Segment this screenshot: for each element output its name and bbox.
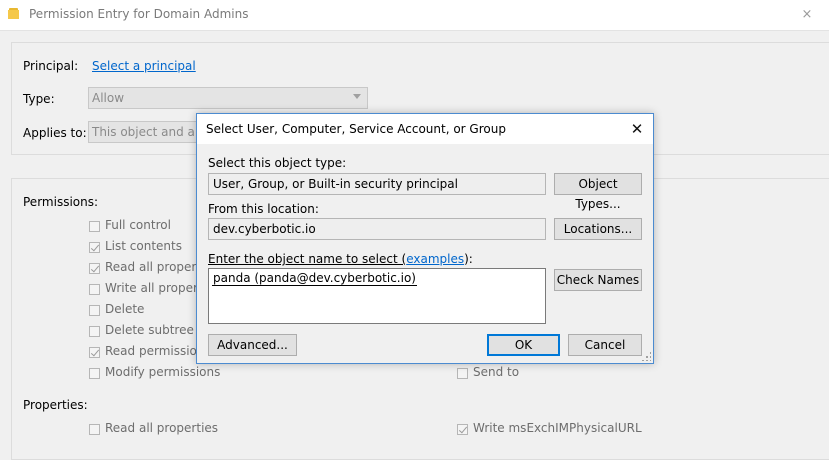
examples-link[interactable]: examples — [406, 252, 464, 266]
object-type-field: User, Group, or Built-in security princi… — [208, 173, 546, 195]
window-title: Permission Entry for Domain Admins — [29, 7, 249, 21]
permission-checkbox[interactable] — [89, 347, 100, 358]
resolved-name-token: panda (panda@dev.cyberbotic.io) — [212, 271, 417, 286]
enter-object-name-label-suffix: ): — [464, 252, 473, 266]
permission-checkbox[interactable] — [89, 263, 100, 274]
permission-label: Send to — [473, 365, 520, 379]
permissions-label: Permissions: — [23, 195, 99, 209]
resize-grip-icon[interactable] — [641, 351, 651, 361]
object-type-label: Select this object type: — [208, 156, 347, 170]
location-label: From this location: — [208, 202, 319, 216]
cancel-button[interactable]: Cancel — [568, 334, 642, 356]
permission-label: Delete — [105, 302, 145, 316]
permission-label: Write msExchIMPhysicalURL — [473, 421, 642, 435]
permission-label: Full control — [105, 218, 171, 232]
location-field: dev.cyberbotic.io — [208, 218, 546, 240]
select-principal-link[interactable]: Select a principal — [92, 59, 196, 73]
permission-label: Modify permissions — [105, 365, 221, 379]
enter-object-name-label: Enter the object name to select (example… — [208, 252, 473, 266]
type-select-value: Allow — [92, 91, 125, 105]
permission-label: Read all properties — [105, 421, 219, 435]
select-user-dialog: Select User, Computer, Service Account, … — [196, 113, 654, 364]
check-names-button[interactable]: Check Names — [554, 269, 642, 291]
principal-label: Principal: — [23, 59, 79, 73]
permission-checkbox[interactable] — [89, 221, 100, 232]
permission-checkbox[interactable] — [457, 368, 468, 379]
permission-label: Delete subtree — [105, 323, 194, 337]
permission-checkbox[interactable] — [89, 305, 100, 316]
enter-object-name-label-prefix: Enter the object name to select ( — [208, 252, 407, 266]
window-close-icon[interactable]: × — [792, 4, 822, 26]
permission-checkbox[interactable] — [89, 242, 100, 253]
permission-label: Read permissions — [105, 344, 211, 358]
permission-checkbox[interactable] — [457, 424, 468, 435]
properties-label: Properties: — [23, 398, 88, 412]
permission-checkbox[interactable] — [89, 326, 100, 337]
chevron-down-icon — [353, 94, 361, 99]
permission-checkbox[interactable] — [89, 368, 100, 379]
object-types-button[interactable]: Object Types... — [554, 173, 642, 211]
type-label: Type: — [23, 92, 55, 106]
dialog-close-icon[interactable]: ✕ — [623, 116, 651, 142]
titlebar-divider — [0, 30, 829, 31]
permission-label: List contents — [105, 239, 182, 253]
folder-icon — [8, 8, 19, 19]
permission-checkbox[interactable] — [89, 424, 100, 435]
permission-checkbox[interactable] — [89, 284, 100, 295]
applies-to-value: This object and all d — [92, 125, 208, 139]
applies-to-label: Applies to: — [23, 126, 87, 140]
locations-button[interactable]: Locations... — [554, 218, 642, 240]
object-name-textarea[interactable]: panda (panda@dev.cyberbotic.io) — [208, 268, 546, 324]
type-select[interactable]: Allow — [88, 87, 368, 109]
ok-button[interactable]: OK — [487, 334, 560, 356]
dialog-title: Select User, Computer, Service Account, … — [206, 122, 506, 136]
applies-to-select[interactable]: This object and all d — [88, 121, 208, 143]
advanced-button[interactable]: Advanced... — [208, 334, 297, 356]
